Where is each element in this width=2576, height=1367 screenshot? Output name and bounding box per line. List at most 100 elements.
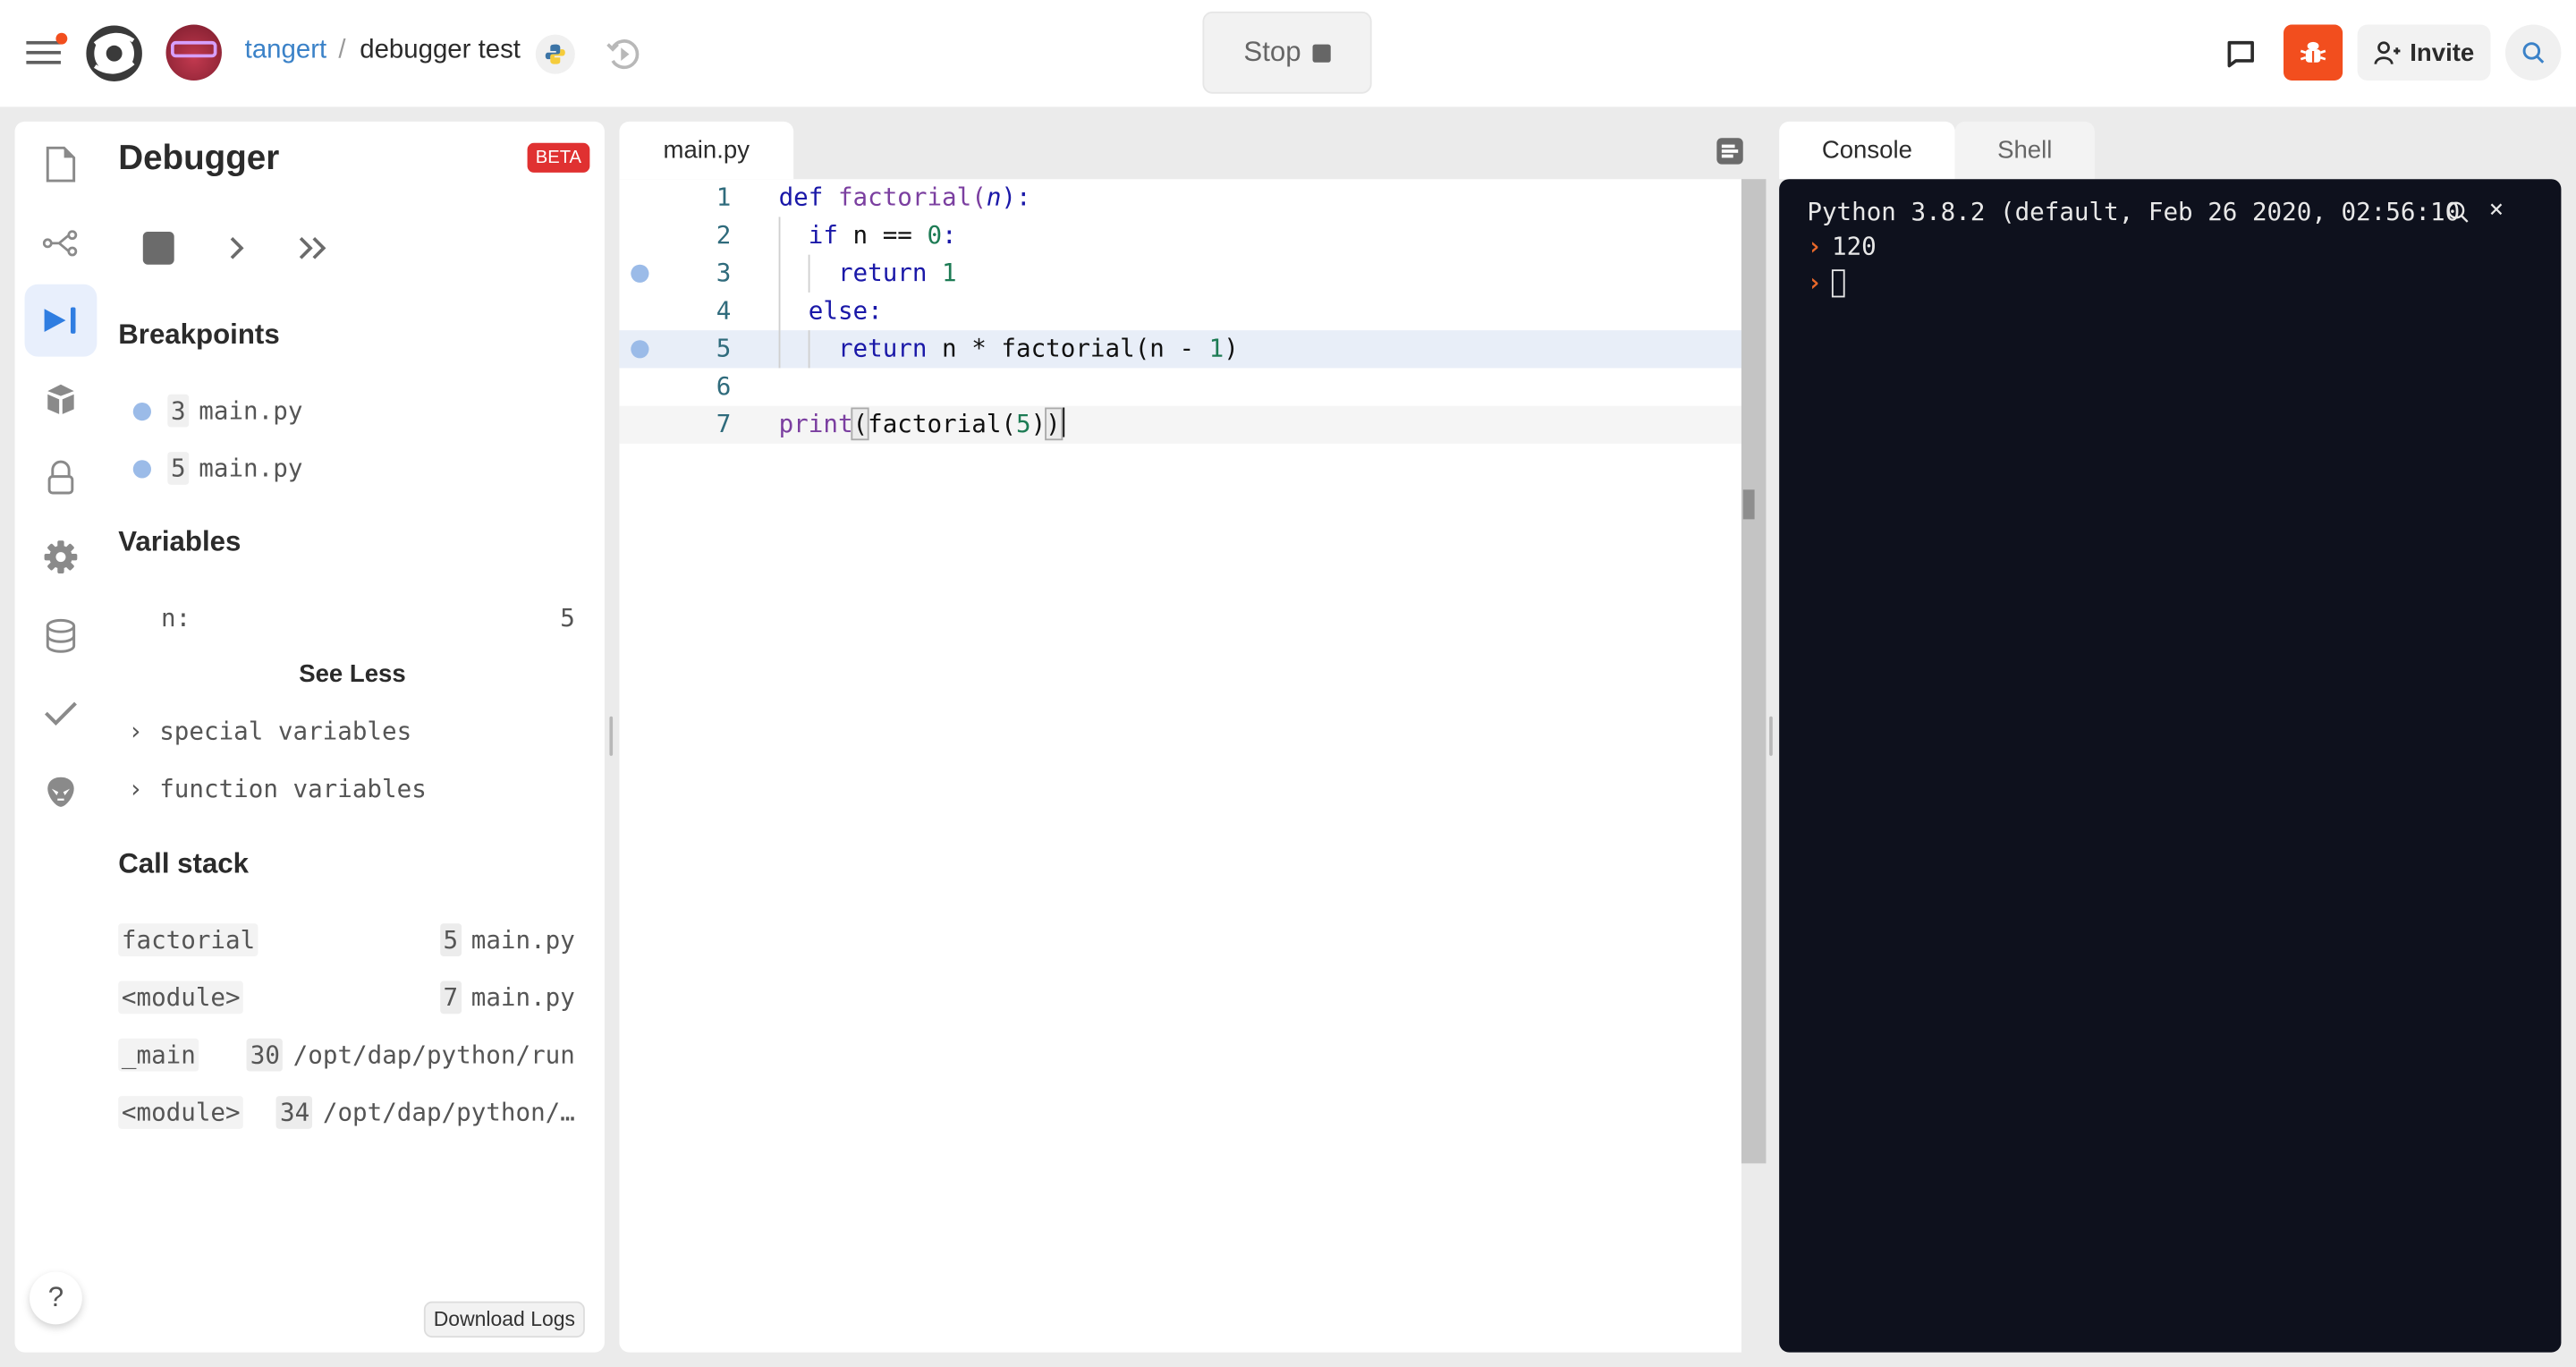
tab-console[interactable]: Console	[1779, 121, 1955, 180]
file-icon	[46, 146, 76, 183]
app-window: tangert / debugger test Stop Invite Debu…	[0, 0, 2576, 1367]
panel-title: Debugger	[118, 140, 280, 178]
sidebar-item-settings[interactable]	[25, 521, 97, 593]
code-text: return 1	[837, 258, 957, 288]
sidebar-rail	[15, 122, 104, 1353]
console-output[interactable]: Python 3.8.2 (default, Feb 26 2020, 02:5…	[1779, 179, 2562, 1353]
right-resize-handle[interactable]	[1769, 716, 1773, 756]
sidebar-item-database[interactable]	[25, 599, 97, 672]
avatar[interactable]	[165, 24, 222, 81]
breakpoint-file: main.py	[199, 453, 303, 483]
stop-button[interactable]: Stop	[1202, 11, 1372, 94]
code-line: 2 if n == 0:	[619, 217, 1741, 254]
editor-body[interactable]: 1 def factorial(n): 2 if n == 0: 3 retur…	[619, 179, 1741, 1353]
line-number: 7	[716, 409, 732, 439]
variable-value: 5	[560, 603, 575, 633]
frame-file: /opt/dap/python/…	[322, 1097, 575, 1127]
variables-heading: Variables	[118, 525, 242, 557]
debug-step-button[interactable]	[216, 228, 256, 267]
check-icon	[44, 701, 77, 726]
indent-guide	[778, 217, 781, 369]
code-text: def factorial(n):	[778, 182, 1031, 212]
frame-file: main.py	[470, 982, 575, 1013]
line-number: 4	[716, 295, 732, 326]
close-icon[interactable]: ×	[2489, 194, 2504, 224]
output-text: 120	[1831, 231, 1877, 262]
editor-menu-icon[interactable]	[1716, 138, 1743, 165]
replit-logo[interactable]	[86, 25, 143, 82]
code-line: 3 return 1	[619, 255, 1741, 293]
sidebar-item-unit-tests[interactable]	[25, 677, 97, 750]
code-editor: main.py 1 def factorial(n): 2 if n == 0:…	[619, 121, 1767, 1353]
search-icon[interactable]	[2446, 200, 2470, 224]
tab-main-py[interactable]: main.py	[619, 121, 794, 180]
frame-file: /opt/dap/python/run	[292, 1040, 575, 1070]
search-button[interactable]	[2504, 24, 2562, 81]
breakpoint-marker[interactable]	[631, 340, 649, 359]
indent-guide	[808, 330, 810, 369]
breakpoints-heading: Breakpoints	[118, 318, 280, 351]
indent-guide	[808, 254, 810, 293]
function-variables-expander[interactable]: › function variables	[128, 774, 427, 803]
line-number: 2	[716, 220, 732, 250]
debugger-toggle-button[interactable]	[2284, 24, 2343, 81]
line-number: 5	[716, 333, 732, 363]
frame-function: _main	[118, 1038, 199, 1072]
frame-function: factorial	[118, 923, 258, 956]
expander-label: function variables	[159, 774, 427, 804]
sidebar-item-themes[interactable]	[25, 756, 97, 828]
callstack-frame[interactable]: <module> 7 main.py	[118, 981, 575, 1015]
left-resize-handle[interactable]	[609, 716, 614, 756]
breakpoint-marker[interactable]	[631, 264, 649, 283]
top-bar: tangert / debugger test Stop Invite	[0, 0, 2576, 107]
sidebar-item-version-control[interactable]	[25, 207, 97, 279]
chevron-right-icon: ›	[128, 774, 143, 804]
breadcrumb-project[interactable]: debugger test	[360, 36, 521, 65]
breakpoint-item[interactable]: 3 main.py	[132, 394, 302, 428]
frame-function: <module>	[118, 1096, 244, 1129]
menu-icon[interactable]	[26, 32, 68, 67]
history-icon[interactable]	[605, 35, 644, 74]
debug-continue-button[interactable]	[294, 228, 334, 267]
breadcrumb-user[interactable]: tangert	[245, 36, 326, 65]
stop-button-label: Stop	[1243, 36, 1301, 68]
search-icon	[2522, 42, 2545, 64]
frame-line: 5	[439, 923, 462, 956]
console-input-line[interactable]: ›	[1807, 267, 1845, 298]
debug-stop-button[interactable]	[138, 228, 177, 267]
frame-line: 7	[439, 981, 462, 1015]
special-variables-expander[interactable]: › special variables	[128, 717, 411, 746]
invite-button[interactable]: Invite	[2357, 24, 2491, 81]
sidebar-item-secrets[interactable]	[25, 442, 97, 514]
breakpoint-item[interactable]: 5 main.py	[132, 452, 303, 485]
stop-icon	[141, 231, 174, 265]
sidebar-item-files[interactable]	[25, 128, 97, 200]
code-text: return n * factorial(n - 1)	[837, 333, 1239, 363]
callstack-frame[interactable]: factorial 5 main.py	[118, 923, 575, 956]
breakpoint-dot	[132, 402, 151, 420]
editor-scrollbar-thumb[interactable]	[1742, 489, 1755, 520]
code-line: 4 else:	[619, 293, 1741, 330]
sidebar-item-packages[interactable]	[25, 363, 97, 436]
text-cursor	[1060, 407, 1064, 437]
tab-shell[interactable]: Shell	[1954, 121, 2095, 180]
alien-icon	[47, 777, 74, 807]
code-line: 6	[619, 368, 1741, 405]
code-text: else:	[808, 295, 883, 326]
input-cursor	[1831, 269, 1845, 298]
variable-row[interactable]: n: 5	[161, 603, 575, 633]
editor-scrollbar[interactable]	[1741, 179, 1767, 1164]
database-icon	[46, 618, 76, 653]
callstack-frame[interactable]: <module> 34 /opt/dap/python/…	[118, 1096, 575, 1129]
see-less-button[interactable]: See Less	[118, 660, 586, 688]
frame-function: <module>	[118, 981, 244, 1015]
chat-icon[interactable]	[2224, 38, 2258, 71]
python-icon[interactable]	[535, 34, 575, 74]
frame-file: main.py	[470, 925, 575, 955]
callstack-heading: Call stack	[118, 847, 250, 879]
help-button[interactable]: ?	[30, 1271, 82, 1325]
callstack-frame[interactable]: _main 30 /opt/dap/python/run	[118, 1038, 575, 1072]
sidebar-item-debugger[interactable]	[24, 284, 97, 357]
console-output-line: › 120	[1807, 232, 1876, 261]
download-logs-button[interactable]: Download Logs	[423, 1301, 585, 1338]
